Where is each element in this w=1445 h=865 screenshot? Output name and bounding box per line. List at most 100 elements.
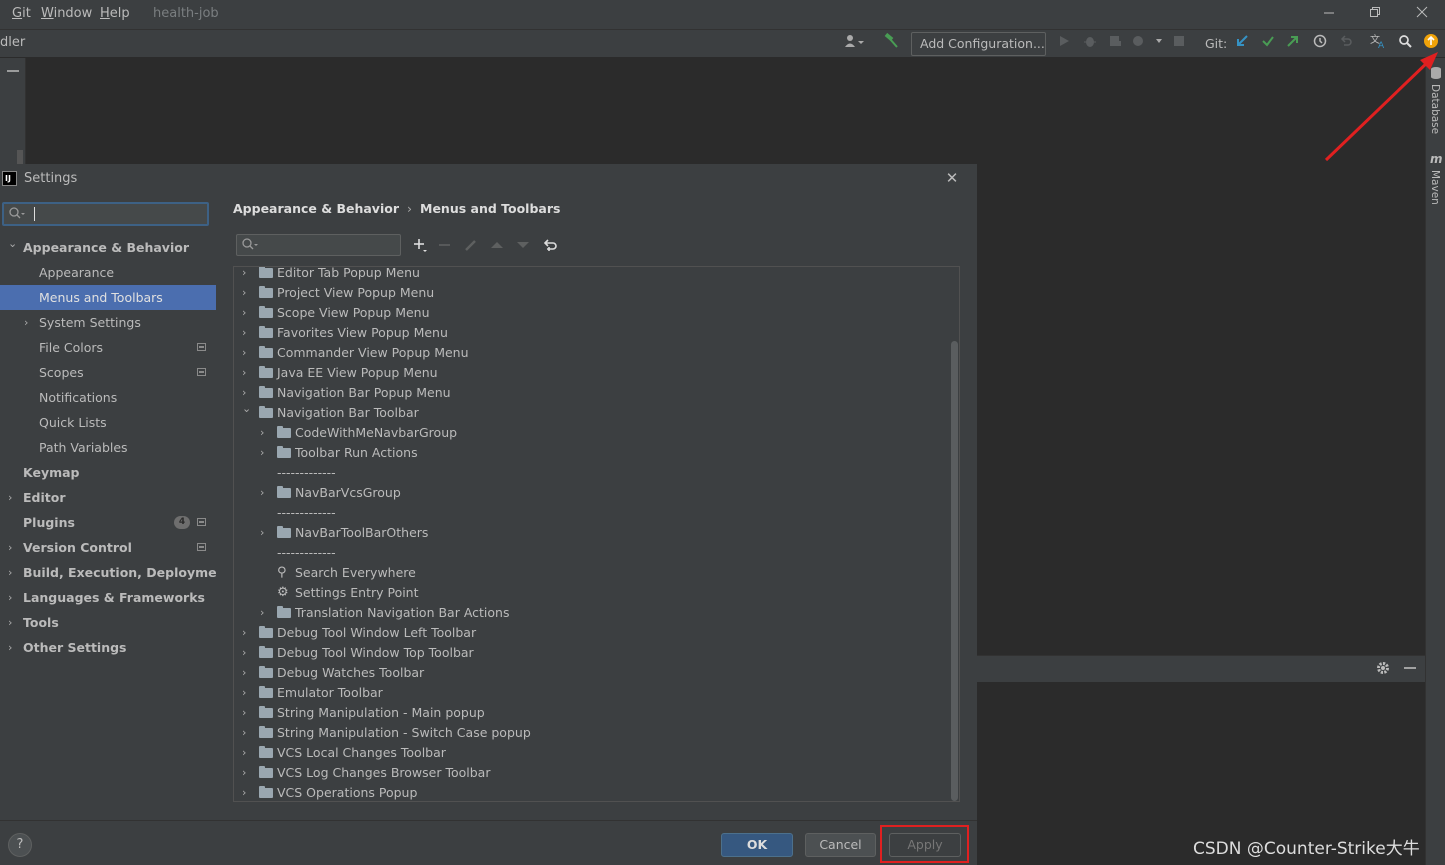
chevron-right-icon[interactable]: › xyxy=(242,663,246,683)
actions-search-input[interactable] xyxy=(236,234,401,256)
dialog-titlebar[interactable]: IJ Settings ✕ xyxy=(0,164,977,193)
chevron-right-icon[interactable]: › xyxy=(260,443,264,463)
action-tree-item-string-manipulation-main-popup[interactable]: › String Manipulation - Main popup xyxy=(234,703,949,723)
build-button[interactable] xyxy=(880,32,902,55)
action-tree-item-toolbar-run-actions[interactable]: › Toolbar Run Actions xyxy=(234,443,949,463)
chevron-down-icon[interactable]: ⌄ xyxy=(242,399,251,419)
chevron-right-icon[interactable]: › xyxy=(242,683,246,703)
chevron-right-icon[interactable]: › xyxy=(242,723,246,743)
menu-window[interactable]: Window xyxy=(41,6,92,21)
action-tree-item-commander-view-popup-menu[interactable]: › Commander View Popup Menu xyxy=(234,343,949,363)
sidebar-item-languages-frameworks[interactable]: › Languages & Frameworks xyxy=(0,585,216,610)
chevron-right-icon[interactable]: › xyxy=(260,603,264,623)
action-tree-item-navbartoolbarothers[interactable]: › NavBarToolBarOthers xyxy=(234,523,949,543)
chevron-right-icon[interactable]: › xyxy=(8,535,12,560)
action-tree-item-vcs-operations-popup[interactable]: › VCS Operations Popup xyxy=(234,783,949,801)
move-up-button[interactable] xyxy=(488,236,506,254)
chevron-right-icon[interactable]: › xyxy=(260,523,264,543)
sidebar-item-menus-and-toolbars[interactable]: Menus and Toolbars xyxy=(0,285,216,310)
action-tree-item-codewithmenavbargroup[interactable]: › CodeWithMeNavbarGroup xyxy=(234,423,949,443)
chevron-right-icon[interactable]: › xyxy=(8,635,12,660)
sidebar-item-notifications[interactable]: Notifications xyxy=(0,385,216,410)
action-tree-item-navigation-bar-toolbar[interactable]: ⌄ Navigation Bar Toolbar xyxy=(234,402,949,423)
chevron-right-icon[interactable]: › xyxy=(242,267,246,283)
chevron-right-icon[interactable]: › xyxy=(242,323,246,343)
minimize-window-button[interactable] xyxy=(1317,3,1341,25)
stop-button[interactable] xyxy=(1168,33,1190,55)
separator-row[interactable]: ------------- xyxy=(234,543,949,563)
sidebar-item-version-control[interactable]: › Version Control xyxy=(0,535,216,560)
chevron-right-icon[interactable]: › xyxy=(8,560,12,585)
chevron-right-icon[interactable]: › xyxy=(260,423,264,443)
tree-scroll-thumb[interactable] xyxy=(951,341,958,801)
tree-scrollbar[interactable] xyxy=(949,267,959,801)
chevron-right-icon[interactable]: › xyxy=(24,310,28,335)
restore-window-button[interactable] xyxy=(1363,3,1387,25)
action-tree-item-translation-navigation-bar-actions[interactable]: › Translation Navigation Bar Actions xyxy=(234,603,949,623)
chevron-right-icon[interactable]: › xyxy=(242,283,246,303)
cancel-button[interactable]: Cancel xyxy=(805,833,876,857)
help-button[interactable]: ? xyxy=(8,833,32,857)
action-tree-item-vcs-local-changes-toolbar[interactable]: › VCS Local Changes Toolbar xyxy=(234,743,949,763)
chevron-right-icon[interactable]: › xyxy=(242,763,246,783)
sidebar-item-system-settings[interactable]: › System Settings xyxy=(0,310,216,335)
sidebar-item-plugins[interactable]: Plugins 4 xyxy=(0,510,216,535)
action-tree-item-debug-tool-window-left-toolbar[interactable]: › Debug Tool Window Left Toolbar xyxy=(234,623,949,643)
separator-row[interactable]: ------------- xyxy=(234,503,949,523)
close-window-button[interactable] xyxy=(1410,3,1434,25)
chevron-right-icon[interactable]: › xyxy=(8,585,12,610)
action-tree-item-project-view-popup-menu[interactable]: › Project View Popup Menu xyxy=(234,283,949,303)
sidebar-item-tools[interactable]: › Tools xyxy=(0,610,216,635)
action-tree-item-debug-tool-window-top-toolbar[interactable]: › Debug Tool Window Top Toolbar xyxy=(234,643,949,663)
action-tree-item-string-manipulation-switch-case-popup[interactable]: › String Manipulation - Switch Case popup xyxy=(234,723,949,743)
maven-tool-label[interactable]: Maven xyxy=(1429,170,1441,205)
sidebar-item-build-execution-deployment[interactable]: › Build, Execution, Deployment xyxy=(0,560,231,585)
action-tree-item-search-everywhere[interactable]: ⚲ Search Everywhere xyxy=(234,563,949,583)
git-update-button[interactable] xyxy=(1231,33,1253,55)
ok-button[interactable]: OK xyxy=(721,833,793,857)
remove-action-button[interactable] xyxy=(436,236,454,254)
profile-button[interactable] xyxy=(1130,33,1164,55)
action-tree-item-favorites-view-popup-menu[interactable]: › Favorites View Popup Menu xyxy=(234,323,949,343)
action-tree-item-settings-entry-point[interactable]: ⚙ Settings Entry Point xyxy=(234,583,949,603)
chevron-right-icon[interactable]: › xyxy=(260,483,264,503)
action-tree-item-editor-tab-popup-menu[interactable]: › Editor Tab Popup Menu xyxy=(234,267,949,283)
collapse-icon[interactable] xyxy=(0,58,26,168)
sidebar-item-file-colors[interactable]: File Colors xyxy=(0,335,216,360)
action-tree-item-java-ee-view-popup-menu[interactable]: › Java EE View Popup Menu xyxy=(234,363,949,383)
sidebar-item-editor[interactable]: › Editor xyxy=(0,485,216,510)
chevron-right-icon[interactable]: › xyxy=(242,783,246,801)
sidebar-item-other-settings[interactable]: › Other Settings xyxy=(0,635,216,660)
chevron-right-icon[interactable]: › xyxy=(242,703,246,723)
sidebar-item-appearance[interactable]: Appearance xyxy=(0,260,216,285)
action-tree-item-debug-watches-toolbar[interactable]: › Debug Watches Toolbar xyxy=(234,663,949,683)
action-tree-item-emulator-toolbar[interactable]: › Emulator Toolbar xyxy=(234,683,949,703)
coverage-button[interactable] xyxy=(1104,33,1126,55)
panel-settings-button[interactable] xyxy=(1376,661,1390,678)
action-tree-item-vcs-log-changes-browser-toolbar[interactable]: › VCS Log Changes Browser Toolbar xyxy=(234,763,949,783)
git-push-button[interactable] xyxy=(1282,33,1304,55)
panel-hide-button[interactable] xyxy=(1403,661,1417,678)
sidebar-item-appearance-behavior[interactable]: ⌄ Appearance & Behavior xyxy=(0,235,216,260)
menu-help[interactable]: Help xyxy=(100,6,130,21)
dialog-close-button[interactable]: ✕ xyxy=(942,168,962,188)
action-tree-item-navbarvcsgroup[interactable]: › NavBarVcsGroup xyxy=(234,483,949,503)
git-commit-button[interactable] xyxy=(1257,33,1279,55)
run-button[interactable] xyxy=(1053,33,1075,55)
sidebar-search-input[interactable] xyxy=(2,202,209,226)
sidebar-item-path-variables[interactable]: Path Variables xyxy=(0,435,216,460)
chevron-down-icon[interactable]: ⌄ xyxy=(8,231,17,256)
sidebar-item-quick-lists[interactable]: Quick Lists xyxy=(0,410,216,435)
sidebar-item-keymap[interactable]: Keymap xyxy=(0,460,216,485)
add-configuration-button[interactable]: Add Configuration... xyxy=(911,32,1046,56)
chevron-right-icon[interactable]: › xyxy=(242,623,246,643)
chevron-right-icon[interactable]: › xyxy=(242,343,246,363)
action-tree-item-navigation-bar-popup-menu[interactable]: › Navigation Bar Popup Menu xyxy=(234,383,949,403)
debug-button[interactable] xyxy=(1079,33,1101,55)
chevron-right-icon[interactable]: › xyxy=(8,485,12,510)
user-switcher-button[interactable] xyxy=(842,33,868,55)
navigation-crumb[interactable]: dler xyxy=(0,35,25,50)
edit-action-icon-button[interactable] xyxy=(462,236,480,254)
breadcrumb-item-appearance-behavior[interactable]: Appearance & Behavior xyxy=(233,201,399,216)
restore-defaults-button[interactable] xyxy=(541,236,559,254)
